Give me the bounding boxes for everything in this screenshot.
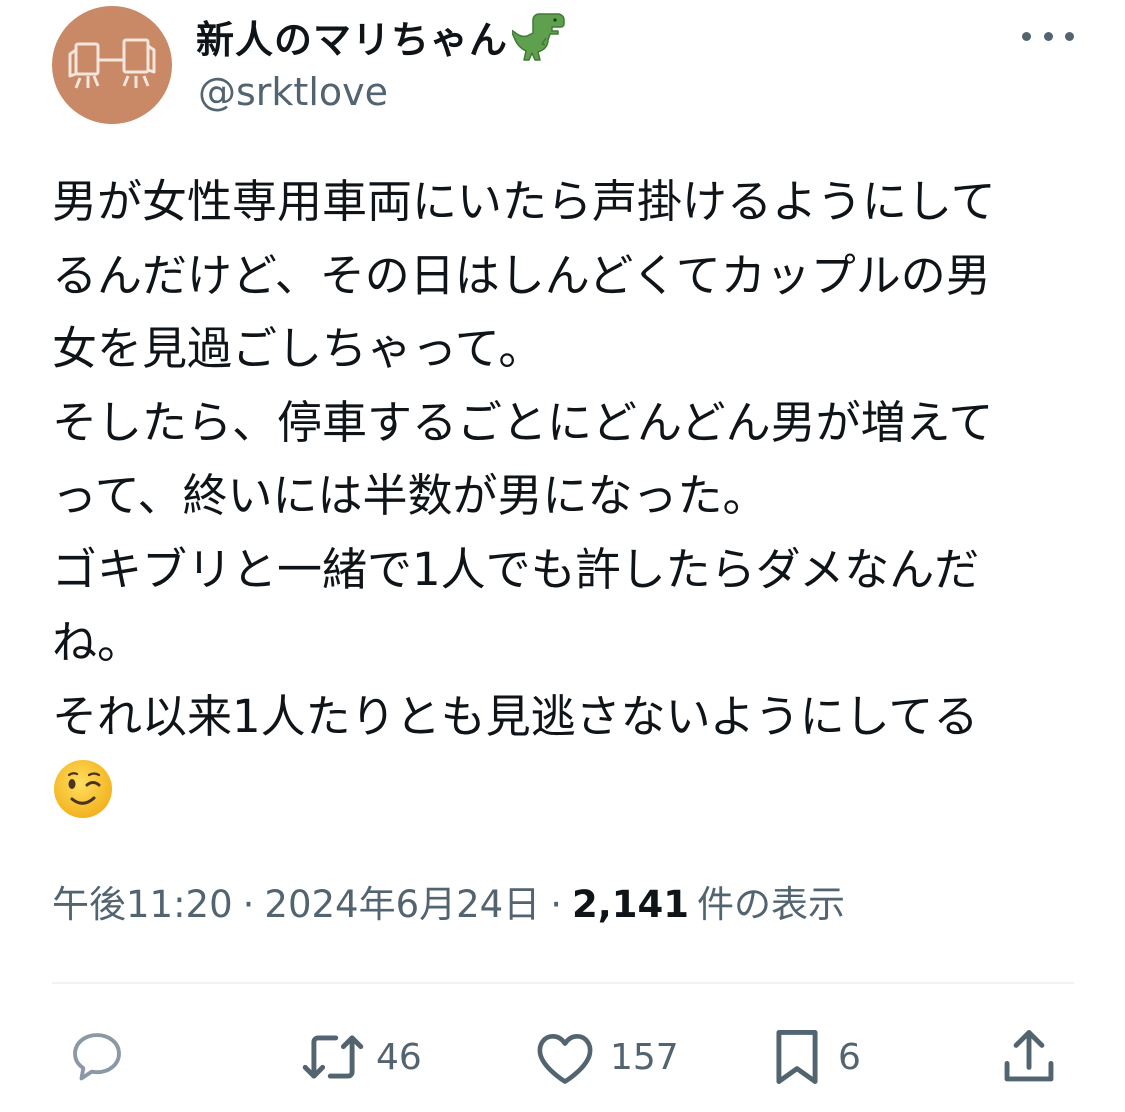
share-icon: [1004, 1030, 1054, 1082]
tweet-line: ね。: [52, 616, 143, 669]
tweet-text: 男が女性専用車両にいたら声掛けるようにして るんだけど、その日はしんどくてカップ…: [52, 165, 1082, 820]
heart-icon: [537, 1034, 593, 1084]
t-rex-icon: [512, 13, 565, 61]
views-count[interactable]: 2,141: [572, 883, 689, 926]
more-dot: [1022, 31, 1031, 41]
tweet-line: そしたら、停車するごとにどんどん男が増えて: [52, 395, 994, 449]
avatar[interactable]: [52, 6, 172, 124]
bookmark-button[interactable]: 6: [770, 1024, 861, 1090]
tweet-meta: 午後11:20 · 2024年6月24日 · 2,141 件の表示: [52, 874, 845, 928]
tweet-date[interactable]: 2024年6月24日: [264, 874, 540, 928]
like-button[interactable]: 157: [534, 1024, 679, 1090]
meta-separator: ·: [550, 883, 562, 926]
tweet-line: ゴキブリと一緒で1人でも許したらダメなんだ: [52, 542, 980, 596]
meta-separator: ·: [242, 883, 255, 926]
retweet-icon: [302, 1035, 364, 1079]
views-label[interactable]: 件の表示: [697, 874, 845, 928]
like-count: 157: [610, 1036, 679, 1078]
reply-button[interactable]: [66, 1024, 138, 1090]
tweet-line: って、終いには半数が男になった。: [52, 469, 768, 522]
tweet-line: るんだけど、その日はしんどくてカップルの男: [52, 248, 991, 302]
tweet-line: 男が女性専用車両にいたら声掛けるようにして: [52, 175, 996, 228]
reply-icon: [73, 1033, 121, 1081]
bookmark-count: 6: [838, 1036, 861, 1078]
tweet-line: 女を見過ごしちゃって。: [52, 322, 544, 375]
avatar-image: [68, 38, 156, 89]
bookmark-icon: [776, 1030, 818, 1084]
tweet-line: それ以来1人たりとも見逃さないようにしてる: [52, 689, 979, 743]
divider: [52, 982, 1074, 984]
share-button[interactable]: [1000, 1024, 1058, 1090]
user-handle[interactable]: @srktlove: [198, 70, 388, 114]
retweet-button[interactable]: 46: [300, 1024, 422, 1090]
more-options-button[interactable]: [1022, 18, 1074, 54]
display-name-row[interactable]: 新人のマリちゃん: [196, 8, 568, 64]
retweet-count: 46: [376, 1036, 422, 1078]
winking-face-icon: [54, 760, 112, 818]
tweet-time[interactable]: 午後11:20: [52, 874, 233, 928]
display-name[interactable]: 新人のマリちゃん: [196, 9, 508, 64]
more-dot: [1065, 31, 1074, 41]
more-dot: [1043, 31, 1053, 41]
